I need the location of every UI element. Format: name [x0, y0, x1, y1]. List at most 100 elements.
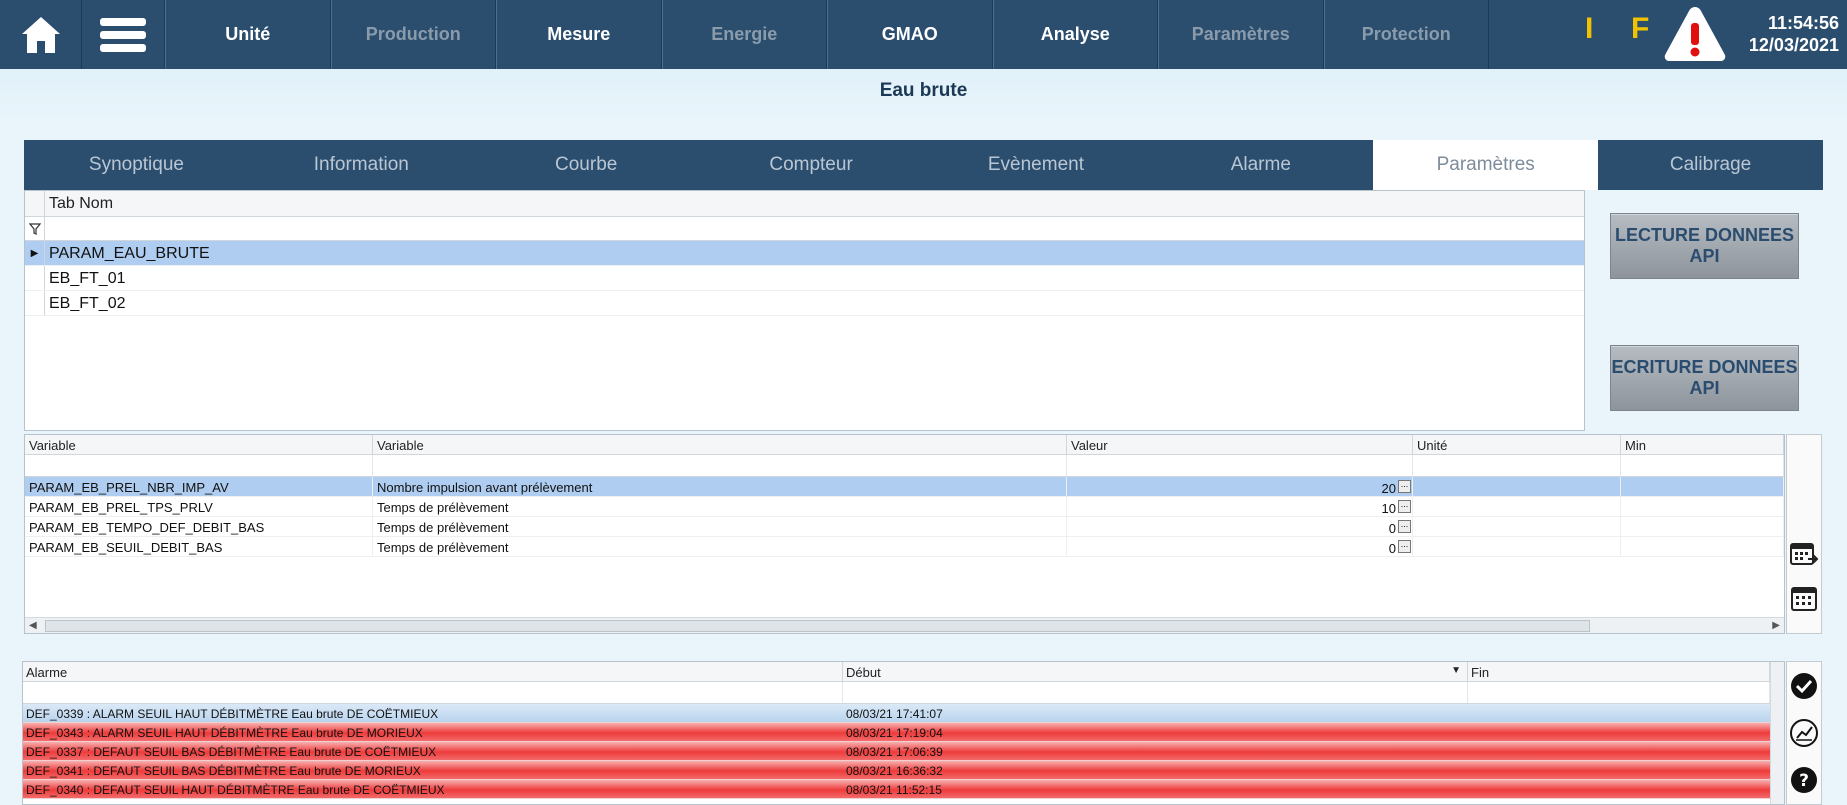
- unit-cell: [1413, 517, 1621, 536]
- edit-value-button[interactable]: ...: [1398, 500, 1411, 513]
- tab-parametres[interactable]: Paramètres: [1373, 140, 1599, 190]
- alarms-side-toolbar: ?: [1786, 661, 1822, 805]
- help-icon[interactable]: ?: [1789, 765, 1819, 795]
- filter-row[interactable]: [25, 455, 1784, 477]
- edit-value-button[interactable]: ...: [1398, 540, 1411, 553]
- value-cell[interactable]: 0...: [1067, 537, 1413, 556]
- variable-label-cell: Temps de prélèvement: [373, 537, 1067, 556]
- read-api-button[interactable]: LECTURE DONNEES API: [1610, 213, 1799, 279]
- table-name-cell: PARAM_EAU_BRUTE: [49, 245, 210, 262]
- svg-text:?: ?: [1799, 771, 1809, 791]
- column-header-fin[interactable]: Fin: [1468, 662, 1770, 681]
- grid-header: Variable Variable Valeur Unité Min: [25, 435, 1784, 455]
- value-cell[interactable]: 0...: [1067, 517, 1413, 536]
- value-cell[interactable]: 10...: [1067, 497, 1413, 516]
- tab-alarme[interactable]: Alarme: [1148, 140, 1373, 190]
- min-cell: [1621, 517, 1784, 536]
- variable-label-cell: Nombre impulsion avant prélèvement: [373, 477, 1067, 496]
- tab-courbe[interactable]: Courbe: [474, 140, 699, 190]
- calendar-export-icon[interactable]: [1789, 539, 1819, 569]
- value-cell[interactable]: 20...: [1067, 477, 1413, 496]
- filter-icon[interactable]: [28, 222, 41, 235]
- vertical-scrollbar[interactable]: [1770, 662, 1784, 804]
- table-row[interactable]: PARAM_EB_SEUIL_DEBIT_BAS Temps de prélèv…: [25, 537, 1784, 557]
- page-title: Eau brute: [879, 80, 968, 101]
- tab-synoptique[interactable]: Synoptique: [24, 140, 249, 190]
- clock-date: 12/03/2021: [1748, 35, 1839, 55]
- table-row[interactable]: PARAM_EB_PREL_TPS_PRLV Temps de prélèvem…: [25, 497, 1784, 517]
- row-indicator-icon: ▶: [25, 241, 45, 265]
- menu-button[interactable]: [82, 0, 165, 69]
- status-area: I F 11:54:56 12/03/2021: [1491, 0, 1847, 69]
- column-header-alarme[interactable]: Alarme: [23, 662, 843, 681]
- column-header-variable[interactable]: Variable: [25, 435, 373, 454]
- variables-grid: Variable Variable Valeur Unité Min PARAM…: [24, 434, 1785, 634]
- alarm-end-cell: [1468, 704, 1770, 722]
- check-icon[interactable]: [1789, 671, 1819, 701]
- min-cell: [1621, 537, 1784, 556]
- alarm-row[interactable]: DEF_0340 : DEFAUT SEUIL HAUT DÉBITMÈTRE …: [23, 780, 1784, 799]
- clock-time: 11:54:56: [1767, 13, 1839, 33]
- alarm-end-cell: [1468, 723, 1770, 741]
- top-navigation-bar: Unité Production Mesure Energie GMAO Ana…: [0, 0, 1847, 69]
- table-row[interactable]: PARAM_EB_TEMPO_DEF_DEBIT_BAS Temps de pr…: [25, 517, 1784, 537]
- nav-production[interactable]: Production: [330, 0, 496, 69]
- alarm-text-cell: DEF_0339 : ALARM SEUIL HAUT DÉBITMÈTRE E…: [26, 707, 439, 721]
- sort-desc-icon[interactable]: ▼: [1451, 665, 1461, 676]
- value-text: 20: [1381, 480, 1396, 496]
- nav-protection[interactable]: Protection: [1323, 0, 1489, 69]
- chart-icon[interactable]: [1789, 718, 1819, 748]
- nav-analyse[interactable]: Analyse: [992, 0, 1158, 69]
- calendar-icon[interactable]: [1789, 583, 1819, 613]
- nav-gmao[interactable]: GMAO: [827, 0, 993, 69]
- column-header-min[interactable]: Min: [1621, 435, 1784, 454]
- nav-energie[interactable]: Energie: [661, 0, 827, 69]
- alarm-row[interactable]: DEF_0341 : DEFAUT SEUIL BAS DÉBITMÈTRE E…: [23, 761, 1784, 780]
- tab-calibrage[interactable]: Calibrage: [1598, 140, 1823, 190]
- home-button[interactable]: [0, 0, 82, 69]
- column-header-valeur[interactable]: Valeur: [1067, 435, 1413, 454]
- tab-evenement[interactable]: Evènement: [924, 140, 1149, 190]
- table-row[interactable]: PARAM_EB_PREL_NBR_IMP_AV Nombre impulsio…: [25, 477, 1784, 497]
- tab-information[interactable]: Information: [249, 140, 474, 190]
- alarm-row[interactable]: DEF_0343 : ALARM SEUIL HAUT DÉBITMÈTRE E…: [23, 723, 1784, 742]
- scrollbar-thumb[interactable]: [45, 620, 1590, 632]
- column-header-variable-label[interactable]: Variable: [373, 435, 1067, 454]
- indicator-i[interactable]: I: [1585, 12, 1593, 46]
- filter-row[interactable]: [23, 682, 1784, 704]
- grid-header: Tab Nom: [25, 191, 1584, 217]
- alarm-start-cell: 08/03/21 16:36:32: [846, 764, 943, 778]
- alarm-row[interactable]: DEF_0339 : ALARM SEUIL HAUT DÉBITMÈTRE E…: [23, 704, 1784, 723]
- tab-compteur[interactable]: Compteur: [699, 140, 924, 190]
- column-header-debut[interactable]: Début ▼: [843, 662, 1468, 681]
- edit-value-button[interactable]: ...: [1398, 480, 1411, 493]
- unit-cell: [1413, 497, 1621, 516]
- table-row[interactable]: EB_FT_01: [25, 266, 1584, 291]
- unit-cell: [1413, 477, 1621, 496]
- filter-row[interactable]: [25, 217, 1584, 241]
- alarm-text-cell: DEF_0343 : ALARM SEUIL HAUT DÉBITMÈTRE E…: [26, 726, 423, 740]
- scroll-right-icon[interactable]: ▶: [1772, 620, 1780, 631]
- nav-mesure[interactable]: Mesure: [496, 0, 662, 69]
- warning-icon[interactable]: [1663, 5, 1727, 63]
- min-cell: [1621, 497, 1784, 516]
- horizontal-scrollbar[interactable]: ◀ ▶: [25, 617, 1784, 633]
- column-header-debut-label: Début: [846, 665, 881, 680]
- variable-name-cell: PARAM_EB_SEUIL_DEBIT_BAS: [25, 537, 373, 556]
- table-row[interactable]: EB_FT_02: [25, 291, 1584, 316]
- alarm-end-cell: [1468, 761, 1770, 779]
- alarm-row[interactable]: DEF_0337 : DEFAUT SEUIL BAS DÉBITMÈTRE E…: [23, 742, 1784, 761]
- table-row[interactable]: ▶ PARAM_EAU_BRUTE: [25, 241, 1584, 266]
- nav-parametres[interactable]: Paramètres: [1158, 0, 1324, 69]
- nav-unite[interactable]: Unité: [165, 0, 331, 69]
- grid-header: Alarme Début ▼ Fin: [23, 662, 1784, 682]
- edit-value-button[interactable]: ...: [1398, 520, 1411, 533]
- menu-icon: [100, 17, 146, 52]
- table-name-cell: EB_FT_02: [49, 295, 126, 312]
- write-api-button[interactable]: ECRITURE DONNEES API: [1610, 345, 1799, 411]
- column-header-unite[interactable]: Unité: [1413, 435, 1621, 454]
- indicator-f[interactable]: F: [1631, 12, 1649, 46]
- variable-label-cell: Temps de prélèvement: [373, 497, 1067, 516]
- scroll-left-icon[interactable]: ◀: [29, 620, 37, 631]
- column-header-tab-nom[interactable]: Tab Nom: [45, 191, 113, 216]
